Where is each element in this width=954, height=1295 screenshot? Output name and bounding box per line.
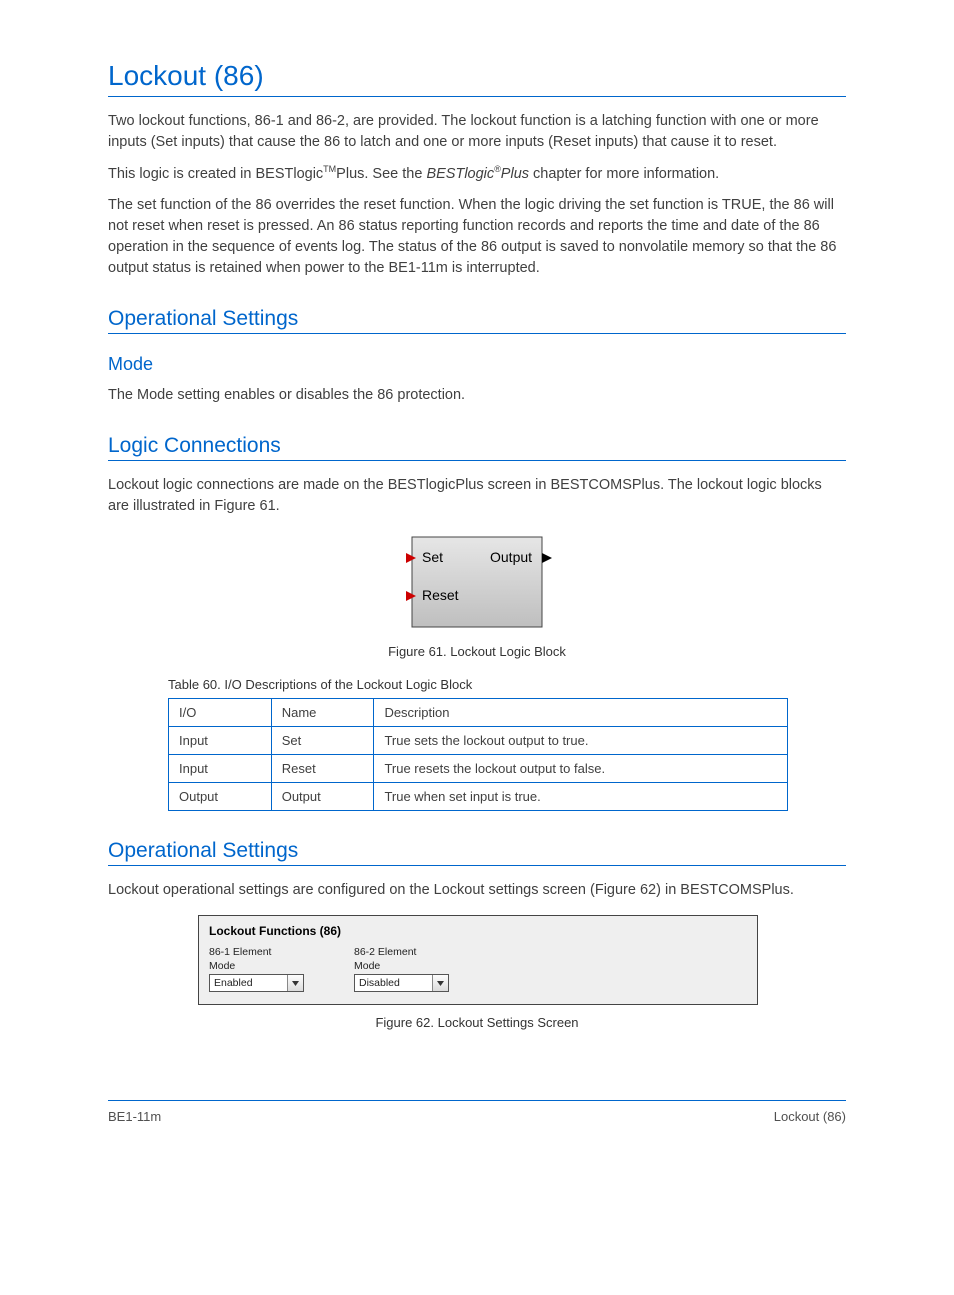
desc-cell: True sets the lockout output to true. [374,726,788,754]
footer-left: BE1-11m [108,1109,161,1124]
chevron-down-icon [432,975,448,991]
operational-settings-text: Lockout operational settings are configu… [108,880,846,901]
table-row: Input Set True sets the lockout output t… [169,726,788,754]
logic-connections-title: Logic Connections [108,434,846,458]
intro-paragraph-2: This logic is created in BESTlogicTMPlus… [108,163,846,185]
name-cell: Output [271,782,374,810]
section-title: Lockout (86) [108,60,846,92]
desc-cell: True resets the lockout output to false. [374,754,788,782]
lockout-861-mode-select[interactable]: Enabled [209,974,304,992]
lockout-862-mode-value: Disabled [359,977,400,989]
lockout-862-mode-label: Mode [354,960,449,972]
figure-62-caption: Figure 62. Lockout Settings Screen [108,1015,846,1030]
mode-title: Mode [108,354,846,375]
table-row: Input Reset True resets the lockout outp… [169,754,788,782]
reset-label: Reset [422,587,459,603]
io-cell: Output [169,782,272,810]
io-header-name: Name [271,698,374,726]
lockout-862-label: 86-2 Element [354,946,449,958]
io-header-desc: Description [374,698,788,726]
operational-divider-2 [108,865,846,866]
desc-cell: True when set input is true. [374,782,788,810]
logic-divider [108,460,846,461]
logic-text: Lockout logic connections are made on th… [108,475,846,517]
output-label: Output [490,549,532,565]
page: Lockout (86) Two lockout functions, 86-1… [0,60,954,1295]
lockout-panel-title: Lockout Functions (86) [209,924,747,938]
chevron-down-icon [287,975,303,991]
lockout-col-861: 86-1 Element Mode Enabled [209,946,304,992]
io-cell: Input [169,726,272,754]
lockout-861-label: 86-1 Element [209,946,304,958]
io-table: I/O Name Description Input Set True sets… [168,698,788,811]
operational-divider-1 [108,333,846,334]
lockout-861-mode-value: Enabled [214,977,253,989]
footer-divider [108,1100,846,1101]
section-divider [108,96,846,97]
intro-paragraph-1: Two lockout functions, 86-1 and 86-2, ar… [108,111,846,153]
lockout-861-mode-label: Mode [209,960,304,972]
lockout-logic-block-svg: Set Reset Output [402,535,552,631]
footer: BE1-11m Lockout (86) [108,1109,846,1124]
io-header-io: I/O [169,698,272,726]
figure-61-caption: Figure 61. Lockout Logic Block [108,644,846,659]
figure-61: Set Reset Output Figure 61. Lockout Logi… [108,535,846,659]
lockout-862-mode-select[interactable]: Disabled [354,974,449,992]
table-60-caption: Table 60. I/O Descriptions of the Lockou… [168,677,846,692]
intro-paragraph-3: The set function of the 86 overrides the… [108,195,846,279]
io-cell: Input [169,754,272,782]
mode-text: The Mode setting enables or disables the… [108,385,846,406]
lockout-functions-panel: Lockout Functions (86) 86-1 Element Mode… [198,915,758,1005]
operational-settings-title-2: Operational Settings [108,839,846,863]
footer-right: Lockout (86) [774,1109,846,1124]
set-label: Set [422,549,443,565]
name-cell: Reset [271,754,374,782]
table-row: Output Output True when set input is tru… [169,782,788,810]
lockout-col-862: 86-2 Element Mode Disabled [354,946,449,992]
name-cell: Set [271,726,374,754]
operational-settings-title-1: Operational Settings [108,307,846,331]
